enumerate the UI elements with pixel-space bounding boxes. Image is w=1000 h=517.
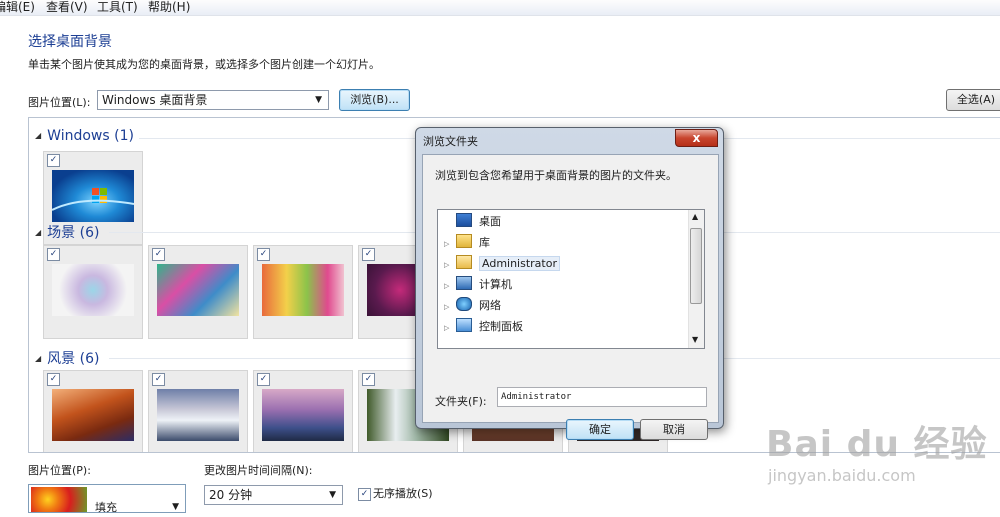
tree-item-computer[interactable]: ▷ 计算机 — [444, 275, 512, 294]
wallpaper-thumb[interactable]: ✓ — [148, 370, 248, 452]
library-icon — [455, 234, 472, 248]
wallpaper-thumb[interactable]: ✓ — [43, 245, 143, 339]
group-header-landscapes[interactable]: ◢ 风景 (6) — [35, 348, 99, 368]
ok-button[interactable]: 确定 — [566, 419, 634, 440]
folder-label: 文件夹(F): — [435, 395, 487, 408]
scene-wallpaper-image — [52, 264, 134, 316]
dialog-prompt: 浏览到包含您希望用于桌面背景的图片的文件夹。 — [435, 169, 677, 182]
page-title: 选择桌面背景 — [28, 34, 112, 50]
select-all-button[interactable]: 全选(A) — [946, 89, 1000, 111]
chevron-down-icon: ▼ — [329, 490, 336, 500]
expand-arrow-icon[interactable]: ▷ — [444, 256, 452, 275]
tree-item-label: 控制面板 — [479, 320, 523, 333]
expand-arrow-icon[interactable]: ▷ — [444, 298, 452, 317]
desktop-icon — [455, 213, 472, 227]
picture-position-value: 填充 — [95, 501, 117, 514]
scene-wallpaper-image — [157, 264, 239, 316]
thumb-checkbox[interactable]: ✓ — [152, 373, 165, 386]
scroll-thumb[interactable] — [690, 228, 702, 304]
wallpaper-thumb[interactable]: ✓ — [253, 245, 353, 339]
expand-arrow-icon[interactable]: ▷ — [444, 277, 452, 296]
group-title: 场景 (6) — [47, 225, 100, 241]
wallpaper-thumb[interactable]: ✓ — [43, 370, 143, 452]
wallpaper-thumb[interactable]: ✓ — [253, 370, 353, 452]
interval-value: 20 分钟 — [209, 488, 253, 502]
picture-location-label: 图片位置(L): — [28, 96, 91, 109]
computer-icon — [455, 276, 472, 290]
thumb-checkbox[interactable]: ✓ — [47, 373, 60, 386]
tree-scrollbar[interactable]: ▲ ▼ — [688, 210, 704, 348]
scroll-down-icon[interactable]: ▼ — [692, 335, 698, 344]
fill-preview-icon — [31, 487, 87, 512]
close-button[interactable]: x — [675, 129, 718, 147]
tree-item-label: 库 — [479, 236, 490, 249]
dialog-body: 浏览到包含您希望用于桌面背景的图片的文件夹。 桌面 ▷ 库 ▷ Administ… — [422, 154, 719, 440]
shuffle-label: 无序播放(S) — [373, 487, 433, 500]
browse-folder-dialog: 浏览文件夹 x 浏览到包含您希望用于桌面背景的图片的文件夹。 桌面 ▷ 库 ▷ … — [415, 127, 724, 440]
windows-logo-icon — [52, 188, 134, 211]
collapse-triangle-icon: ◢ — [35, 354, 42, 363]
menu-help[interactable]: 帮助(H) — [148, 0, 190, 15]
tree-item-library[interactable]: ▷ 库 — [444, 233, 490, 252]
group-title: Windows (1) — [47, 128, 134, 144]
folder-input[interactable]: Administrator — [497, 387, 707, 407]
dialog-title: 浏览文件夹 — [423, 135, 478, 148]
browse-button[interactable]: 浏览(B)... — [339, 89, 410, 111]
cancel-button[interactable]: 取消 — [640, 419, 708, 440]
tree-item-desktop[interactable]: 桌面 — [444, 212, 501, 231]
scroll-up-icon[interactable]: ▲ — [692, 212, 698, 221]
collapse-triangle-icon: ◢ — [35, 228, 42, 237]
tree-item-network[interactable]: ▷ 网络 — [444, 296, 501, 315]
thumb-checkbox[interactable]: ✓ — [362, 248, 375, 261]
chevron-down-icon: ▼ — [172, 502, 179, 512]
landscape-wallpaper-image — [262, 389, 344, 441]
wallpaper-thumb[interactable]: ✓ — [148, 245, 248, 339]
tree-item-label: 网络 — [479, 299, 501, 312]
thumb-checkbox[interactable]: ✓ — [47, 248, 60, 261]
watermark-logo: Bai du 经验 — [766, 424, 988, 465]
thumb-checkbox[interactable]: ✓ — [257, 373, 270, 386]
tree-item-label: 桌面 — [479, 215, 501, 228]
chevron-down-icon: ▼ — [315, 95, 322, 105]
network-icon — [455, 297, 472, 311]
menu-tools[interactable]: 工具(T) — [97, 0, 138, 15]
group-header-scenes[interactable]: ◢ 场景 (6) — [35, 222, 99, 242]
picture-location-value: Windows 桌面背景 — [102, 93, 208, 107]
folder-tree[interactable]: 桌面 ▷ 库 ▷ Administrator ▷ 计算机 ▷ 网络 ▷ 控制面板… — [437, 209, 705, 349]
tree-item-administrator[interactable]: ▷ Administrator — [444, 254, 560, 273]
page-subtitle: 单击某个图片使其成为您的桌面背景，或选择多个图片创建一个幻灯片。 — [28, 58, 380, 71]
thumb-checkbox[interactable]: ✓ — [152, 248, 165, 261]
control-panel-icon — [455, 318, 472, 332]
menu-view[interactable]: 查看(V) — [46, 0, 88, 15]
tree-item-control-panel[interactable]: ▷ 控制面板 — [444, 317, 523, 336]
expand-arrow-icon[interactable]: ▷ — [444, 319, 452, 338]
group-header-windows[interactable]: ◢ Windows (1) — [35, 128, 134, 144]
tree-item-label: 计算机 — [479, 278, 512, 291]
group-title: 风景 (6) — [47, 351, 100, 367]
scene-wallpaper-image — [262, 264, 344, 316]
close-icon: x — [692, 131, 701, 145]
shuffle-checkbox[interactable]: ✓ — [358, 488, 371, 501]
expand-arrow-icon[interactable]: ▷ — [444, 235, 452, 254]
thumb-checkbox[interactable]: ✓ — [257, 248, 270, 261]
windows-wallpaper-image — [52, 170, 134, 222]
picture-position-select[interactable]: 填充 ▼ — [28, 484, 186, 514]
picture-location-select[interactable]: Windows 桌面背景 ▼ — [97, 90, 329, 110]
interval-label: 更改图片时间间隔(N): — [204, 464, 313, 477]
menu-bar: 编辑(E) 查看(V) 工具(T) 帮助(H) — [0, 0, 1000, 16]
collapse-triangle-icon: ◢ — [35, 131, 42, 140]
watermark-url: jingyan.baidu.com — [768, 466, 916, 485]
user-folder-icon — [455, 255, 472, 269]
thumb-checkbox[interactable]: ✓ — [47, 154, 60, 167]
menu-edit[interactable]: 编辑(E) — [0, 0, 35, 15]
landscape-wallpaper-image — [52, 389, 134, 441]
interval-select[interactable]: 20 分钟 ▼ — [204, 485, 343, 505]
tree-item-label: Administrator — [479, 256, 560, 271]
landscape-wallpaper-image — [157, 389, 239, 441]
thumb-checkbox[interactable]: ✓ — [362, 373, 375, 386]
picture-position-label: 图片位置(P): — [28, 464, 91, 477]
